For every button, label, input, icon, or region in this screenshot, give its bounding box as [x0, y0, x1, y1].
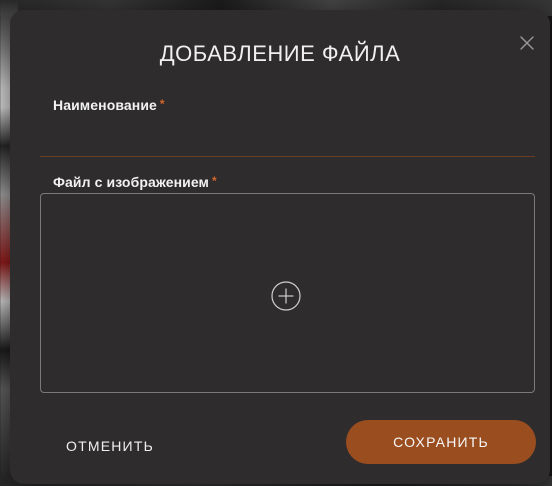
name-label-text: Наименование — [53, 97, 157, 113]
close-icon — [520, 36, 534, 50]
dialog-title: ДОБАВЛЕНИЕ ФАЙЛА — [159, 41, 401, 66]
name-input[interactable] — [40, 124, 535, 156]
name-field — [40, 124, 535, 157]
name-field-label: Наименование * — [53, 97, 165, 113]
image-required-mark: * — [212, 174, 217, 188]
close-button[interactable] — [514, 30, 540, 56]
image-field-label: Файл с изображением * — [53, 174, 217, 190]
plus-circle-icon[interactable] — [270, 280, 302, 312]
image-label-text: Файл с изображением — [53, 174, 210, 190]
name-required-mark: * — [159, 97, 165, 111]
save-button[interactable]: СОХРАНИТЬ — [346, 420, 536, 464]
add-file-dialog: ДОБАВЛЕНИЕ ФАЙЛА Наименование * Файл с из… — [10, 10, 550, 484]
cancel-button[interactable]: ОТМЕНИТЬ — [66, 438, 154, 454]
